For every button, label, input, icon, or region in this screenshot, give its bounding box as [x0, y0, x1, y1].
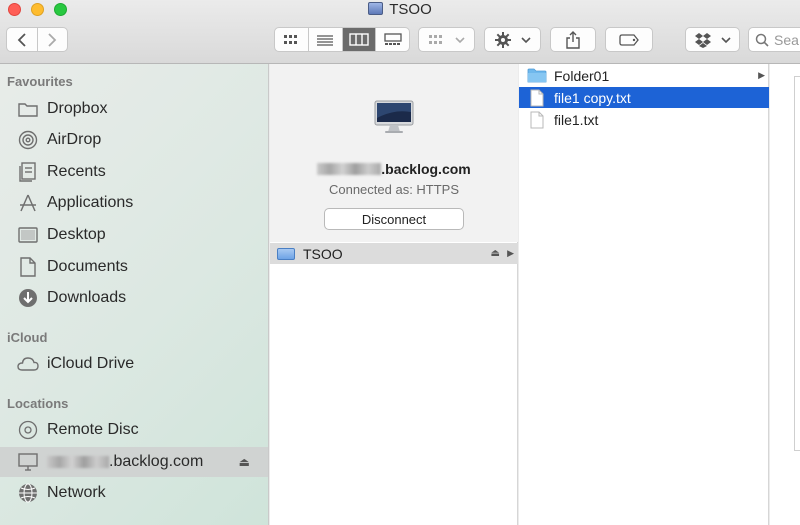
disclosure-arrow-icon: ▶ [758, 70, 765, 80]
sidebar: Favourites Dropbox AirDrop Recents Appli… [0, 64, 269, 525]
preview-frame [794, 76, 800, 451]
back-button[interactable] [7, 28, 37, 51]
display-icon [17, 451, 39, 473]
search-icon [755, 33, 769, 47]
sidebar-item-label: .backlog.com [109, 453, 204, 470]
sidebar-item-label: AirDrop [47, 131, 102, 148]
globe-icon [17, 482, 39, 504]
network-volume-icon [368, 2, 384, 15]
sidebar-item-label: Applications [47, 194, 134, 211]
tag-icon [619, 33, 639, 46]
dropbox-icon [694, 32, 711, 48]
search-field[interactable]: Sea [748, 27, 800, 52]
view-mode-selector [274, 27, 410, 52]
connection-status: Connected as: HTTPS [328, 182, 460, 197]
text-file-icon [527, 111, 547, 128]
edit-tags-button[interactable] [605, 27, 653, 52]
group-by-button[interactable] [418, 27, 475, 52]
sidebar-item-remote-disc[interactable]: Remote Disc [0, 415, 268, 445]
gallery-icon [383, 33, 402, 45]
gear-icon [494, 31, 511, 48]
preview-column [770, 64, 800, 525]
icon-view-button[interactable] [275, 28, 308, 51]
server-name: .backlog.com [270, 161, 518, 177]
sidebar-item-label: iCloud Drive [47, 355, 135, 372]
recents-icon [17, 161, 39, 183]
chevron-down-icon [454, 36, 465, 43]
sidebar-item-downloads[interactable]: Downloads [0, 283, 268, 313]
disc-icon [17, 419, 39, 441]
applications-icon [17, 192, 39, 214]
list-item-folder[interactable]: Folder01 ▶ [519, 65, 769, 86]
folder-icon [17, 98, 39, 120]
sidebar-item-applications[interactable]: Applications [0, 188, 268, 218]
columns-icon [349, 33, 369, 46]
disconnect-button[interactable]: Disconnect [324, 208, 464, 230]
eject-icon[interactable]: ⏏ [239, 455, 250, 469]
sidebar-item-label: Desktop [47, 226, 106, 243]
navigation-buttons [6, 27, 68, 52]
sidebar-item-dropbox[interactable]: Dropbox [0, 94, 268, 124]
sidebar-item-icloud-drive[interactable]: iCloud Drive [0, 349, 268, 379]
gallery-view-button[interactable] [375, 28, 409, 51]
server-name-suffix: .backlog.com [381, 161, 471, 177]
sidebar-item-label: Downloads [47, 289, 127, 306]
dropbox-menu-button[interactable] [685, 27, 740, 52]
list-icon [317, 34, 334, 46]
server-info-panel: .backlog.com Connected as: HTTPS Disconn… [270, 64, 518, 242]
redacted-hostname [317, 163, 382, 175]
sidebar-item-label: Remote Disc [47, 421, 139, 438]
group-icon [428, 34, 442, 44]
cloud-icon [17, 353, 39, 375]
file-name: file1.txt [554, 111, 599, 128]
chevron-down-icon [520, 36, 531, 43]
share-button[interactable] [550, 27, 596, 52]
action-menu-button[interactable] [484, 27, 541, 52]
eject-icon[interactable]: ⏏ [491, 248, 500, 259]
window-title: TSOO [0, 1, 800, 18]
downloads-icon [17, 287, 39, 309]
icon-grid-icon [284, 34, 298, 44]
computer-icon [374, 100, 414, 133]
documents-icon [17, 256, 39, 278]
forward-button[interactable] [36, 28, 68, 51]
server-column: .backlog.com Connected as: HTTPS Disconn… [270, 64, 518, 525]
file-name: file1 copy.txt [554, 89, 631, 106]
sidebar-item-network[interactable]: Network [0, 478, 268, 508]
sidebar-item-server[interactable]: .backlog.com ⏏ [0, 447, 268, 477]
sidebar-item-documents[interactable]: Documents [0, 252, 268, 282]
network-volume-icon [277, 247, 295, 260]
favourites-header: Favourites [7, 74, 73, 89]
icloud-header: iCloud [7, 330, 48, 345]
share-icon [566, 30, 580, 49]
sidebar-item-recents[interactable]: Recents [0, 157, 268, 187]
redacted-hostname [47, 456, 109, 468]
sidebar-item-airdrop[interactable]: AirDrop [0, 125, 268, 155]
chevron-right-icon [48, 32, 57, 47]
list-item-file[interactable]: file1 copy.txt [519, 87, 769, 108]
airdrop-icon [17, 129, 39, 151]
locations-header: Locations [7, 396, 69, 411]
search-placeholder: Sea [774, 31, 799, 48]
files-column: Folder01 ▶ file1 copy.txt file1.txt [519, 64, 769, 525]
list-item-file[interactable]: file1.txt [519, 109, 769, 130]
desktop-icon [17, 224, 39, 246]
text-file-icon [527, 89, 547, 106]
chevron-left-icon [17, 32, 26, 47]
window-title-text: TSOO [389, 1, 432, 18]
sidebar-item-label: Recents [47, 163, 106, 180]
folder-icon [527, 68, 547, 84]
column-view-button[interactable] [341, 28, 376, 51]
sidebar-item-desktop[interactable]: Desktop [0, 220, 268, 250]
sidebar-item-label: Documents [47, 258, 128, 275]
file-name: Folder01 [554, 67, 610, 84]
volume-label: TSOO [303, 245, 343, 262]
toolbar: TSOO Sea [0, 0, 800, 64]
volume-row-tsoo[interactable]: TSOO ⏏ ▶ [270, 243, 518, 264]
sidebar-item-label: Dropbox [47, 100, 108, 117]
chevron-down-icon [720, 36, 731, 43]
disclosure-arrow-icon: ▶ [507, 248, 514, 258]
list-view-button[interactable] [307, 28, 342, 51]
sidebar-item-label: Network [47, 484, 106, 501]
